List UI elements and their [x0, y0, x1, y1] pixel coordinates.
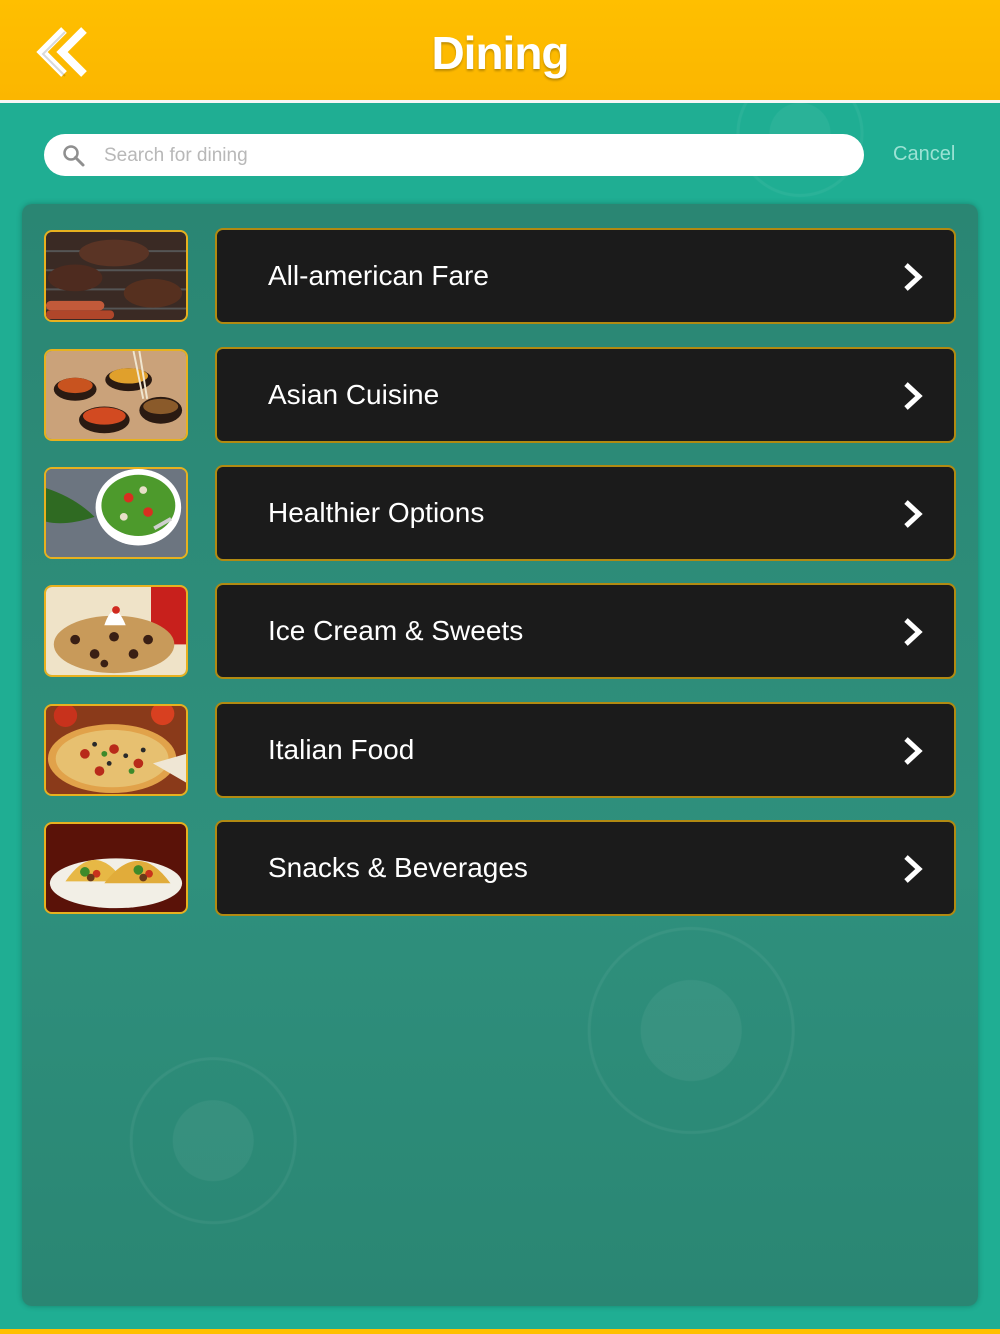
category-label: Snacks & Beverages [268, 852, 528, 883]
chevron-right-icon [904, 618, 923, 646]
category-label: Asian Cuisine [268, 379, 440, 410]
category-label: Italian Food [268, 734, 415, 765]
category-label: Ice Cream & Sweets [268, 615, 524, 646]
chevron-right-icon [904, 737, 923, 765]
bottom-accent-bar [0, 1329, 1000, 1334]
chevron-right-icon [904, 500, 923, 528]
list-item: Healthier Options [44, 465, 956, 561]
chevron-right-icon [904, 263, 923, 291]
chevron-right-icon [904, 382, 923, 410]
search-icon [63, 145, 85, 167]
list-item: Snacks & Beverages [44, 820, 956, 916]
search-bar[interactable] [44, 134, 864, 176]
pizza-image [44, 704, 188, 796]
category-button-snacks-beverages[interactable]: Snacks & Beverages [215, 820, 956, 916]
list-item: Italian Food [44, 702, 956, 798]
tacos-image [44, 822, 188, 914]
list-item: Ice Cream & Sweets [44, 583, 956, 679]
cancel-button[interactable]: Cancel [893, 143, 955, 166]
app-header: Dining [0, 0, 1000, 103]
list-item: All-american Fare [44, 228, 956, 324]
category-button-all-american-fare[interactable]: All-american Fare [215, 228, 956, 324]
category-panel: All-american Fare Asian Cuisine Healthie… [22, 204, 978, 1306]
search-input[interactable] [102, 140, 846, 172]
asian-bowls-image [44, 349, 188, 441]
category-label: Healthier Options [268, 497, 485, 528]
category-button-ice-cream-sweets[interactable]: Ice Cream & Sweets [215, 583, 956, 679]
ice-cream-sundae-image [44, 585, 188, 677]
chevron-right-icon [904, 855, 923, 883]
page-title: Dining [431, 27, 569, 79]
category-label: All-american Fare [268, 260, 489, 291]
salad-bowl-image [44, 467, 188, 559]
category-button-asian-cuisine[interactable]: Asian Cuisine [215, 347, 956, 443]
category-button-healthier-options[interactable]: Healthier Options [215, 465, 956, 561]
grilled-burgers-image [44, 230, 188, 322]
category-button-italian-food[interactable]: Italian Food [215, 702, 956, 798]
list-item: Asian Cuisine [44, 347, 956, 443]
